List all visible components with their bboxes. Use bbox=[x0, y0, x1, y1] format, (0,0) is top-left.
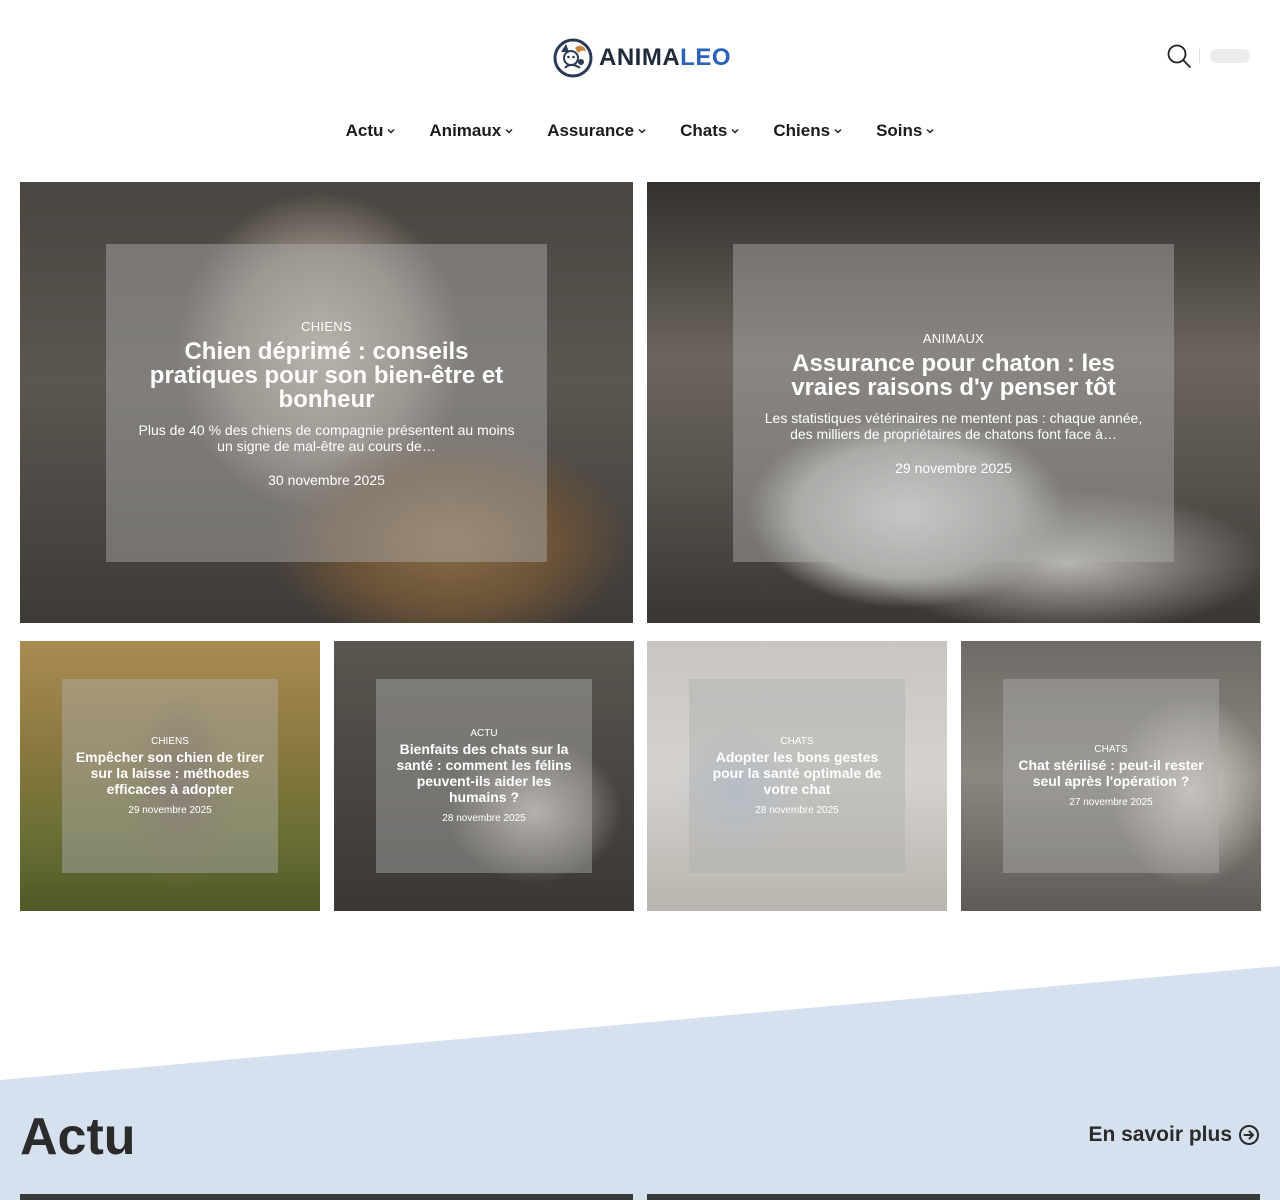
category-label[interactable]: ANIMAUX bbox=[923, 331, 984, 346]
article-date: 28 novembre 2025 bbox=[755, 805, 839, 816]
chevron-down-icon bbox=[834, 128, 842, 134]
article-card[interactable]: CHATS Chat stérilisé : peut-il rester se… bbox=[961, 641, 1261, 911]
category-label[interactable]: CHATS bbox=[1094, 744, 1127, 755]
chevron-down-icon bbox=[926, 128, 934, 134]
nav-item-animaux[interactable]: Animaux bbox=[412, 118, 530, 144]
category-label[interactable]: CHIENS bbox=[301, 319, 352, 334]
chevron-down-icon bbox=[731, 128, 739, 134]
main-nav: Actu Animaux Assurance Chats Chiens Soin… bbox=[0, 118, 1280, 144]
article-date: 28 novembre 2025 bbox=[442, 813, 526, 824]
article-title[interactable]: Assurance pour chaton : les vraies raiso… bbox=[733, 351, 1174, 400]
search-icon[interactable] bbox=[1166, 43, 1192, 69]
article-date: 30 novembre 2025 bbox=[268, 471, 385, 488]
nav-item-label: Soins bbox=[876, 121, 923, 140]
article-card-overlay: CHIENS Empêcher son chien de tirer sur l… bbox=[62, 679, 278, 873]
header-divider bbox=[1199, 49, 1200, 63]
article-card-overlay: CHATS Adopter les bons gestes pour la sa… bbox=[689, 679, 905, 873]
article-card-overlay: ACTU Bienfaits des chats sur la santé : … bbox=[376, 679, 592, 873]
nav-item-label: Assurance bbox=[547, 121, 635, 140]
article-title[interactable]: Empêcher son chien de tirer sur la laiss… bbox=[62, 749, 278, 797]
nav-item-label: Chiens bbox=[773, 121, 831, 140]
featured-card-overlay: CHIENS Chien déprimé : conseils pratique… bbox=[106, 244, 547, 562]
logo-wordmark: ANIMALEO bbox=[599, 44, 731, 72]
see-more-link[interactable]: En savoir plus bbox=[1088, 1123, 1260, 1147]
arrow-circle-right-icon bbox=[1239, 1125, 1259, 1145]
article-date: 29 novembre 2025 bbox=[128, 805, 212, 816]
next-card-preview[interactable] bbox=[647, 1194, 1260, 1200]
featured-card[interactable]: CHIENS Chien déprimé : conseils pratique… bbox=[20, 182, 633, 623]
site-header: ANIMALEO Actu Animaux Assurance Chats Ch… bbox=[0, 0, 1280, 165]
nav-item-assurance[interactable]: Assurance bbox=[530, 118, 663, 144]
logo-text-part2: LEO bbox=[680, 44, 731, 71]
article-title[interactable]: Adopter les bons gestes pour la santé op… bbox=[689, 749, 905, 797]
chevron-down-icon bbox=[505, 128, 513, 134]
article-title[interactable]: Chat stérilisé : peut-il rester seul apr… bbox=[1003, 757, 1219, 789]
article-title[interactable]: Chien déprimé : conseils pratiques pour … bbox=[106, 339, 547, 412]
category-label[interactable]: CHIENS bbox=[151, 736, 189, 747]
article-card[interactable]: ACTU Bienfaits des chats sur la santé : … bbox=[334, 641, 634, 911]
article-title[interactable]: Bienfaits des chats sur la santé : comme… bbox=[376, 741, 592, 805]
nav-item-chats[interactable]: Chats bbox=[663, 118, 756, 144]
article-date: 27 novembre 2025 bbox=[1069, 797, 1153, 808]
nav-item-soins[interactable]: Soins bbox=[859, 118, 951, 144]
nav-item-actu[interactable]: Actu bbox=[329, 118, 413, 144]
category-label[interactable]: CHATS bbox=[780, 736, 813, 747]
article-card-overlay: CHATS Chat stérilisé : peut-il rester se… bbox=[1003, 679, 1219, 873]
nav-item-chiens[interactable]: Chiens bbox=[756, 118, 859, 144]
nav-item-label: Animaux bbox=[429, 121, 502, 140]
chevron-down-icon bbox=[638, 128, 646, 134]
nav-item-label: Actu bbox=[345, 121, 384, 140]
article-date: 29 novembre 2025 bbox=[895, 459, 1012, 476]
featured-card[interactable]: ANIMAUX Assurance pour chaton : les vrai… bbox=[647, 182, 1260, 623]
dark-mode-toggle[interactable] bbox=[1210, 49, 1250, 63]
article-card[interactable]: CHATS Adopter les bons gestes pour la sa… bbox=[647, 641, 947, 911]
next-card-preview[interactable] bbox=[20, 1194, 633, 1200]
logo-text-part1: ANIMA bbox=[599, 44, 681, 71]
logo-pets-icon bbox=[553, 38, 593, 78]
featured-card-overlay: ANIMAUX Assurance pour chaton : les vrai… bbox=[733, 244, 1174, 562]
nav-item-label: Chats bbox=[680, 121, 728, 140]
section-title: Actu bbox=[20, 1108, 136, 1166]
category-label[interactable]: ACTU bbox=[470, 728, 497, 739]
section-background bbox=[0, 966, 1280, 1200]
site-logo[interactable]: ANIMALEO bbox=[553, 38, 731, 78]
article-excerpt: Plus de 40 % des chiens de compagnie pré… bbox=[138, 421, 515, 454]
see-more-label: En savoir plus bbox=[1088, 1123, 1232, 1146]
chevron-down-icon bbox=[387, 128, 395, 134]
article-excerpt: Les statistiques vétérinaires ne mentent… bbox=[764, 409, 1143, 442]
article-card[interactable]: CHIENS Empêcher son chien de tirer sur l… bbox=[20, 641, 320, 911]
